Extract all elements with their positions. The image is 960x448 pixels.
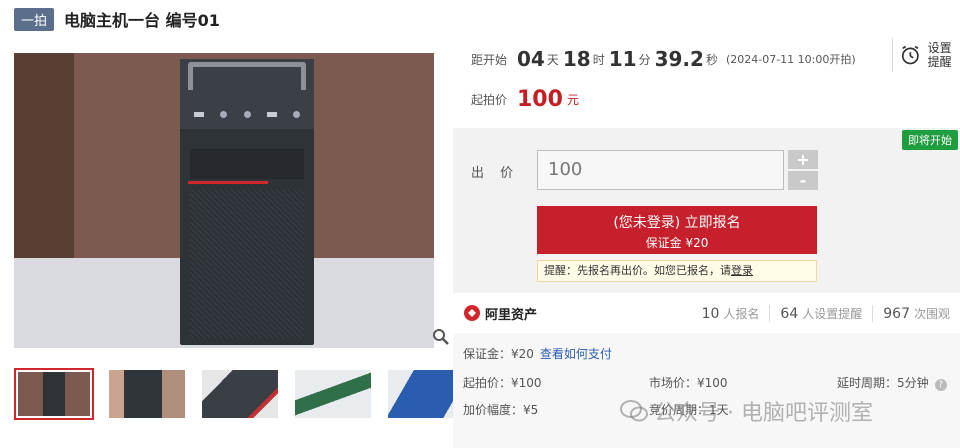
start-price-row: 起拍价 100 元 (453, 84, 579, 114)
help-icon[interactable]: ? (934, 379, 947, 391)
stats-group: 10 人报名 64 人设置提醒 967 次围观 (692, 304, 960, 322)
thumbnail-1[interactable] (14, 368, 94, 420)
zoom-icon[interactable] (432, 328, 450, 346)
auction-info: 保证金：¥20 查看如何支付 起拍价：¥100 市场价：¥100 延时周期：5分钟… (453, 333, 960, 448)
reminder-count: 64 人设置提醒 (769, 304, 872, 322)
pc-mesh-panel (190, 189, 304, 339)
signup-button-label: (您未登录) 立即报名 (613, 215, 741, 231)
start-price-label: 起拍价 (471, 92, 508, 107)
reminder-label-line1: 设置 (927, 41, 952, 55)
reminder-label-line2: 提醒 (927, 55, 952, 69)
countdown-seconds: 39.2 (654, 47, 704, 71)
delay-period-text: 延时周期：5分钟 (837, 376, 929, 390)
pc-case-illustration (180, 59, 314, 345)
countdown-hours: 18 (562, 47, 591, 71)
thumbnail-3[interactable] (200, 368, 280, 420)
payment-help-link[interactable]: 查看如何支付 (540, 347, 612, 361)
bid-panel: 即将开始 出 价 100 + - (您未登录) 立即报名 保证金 ¥20 提醒：… (453, 128, 960, 293)
image-wall-shadow (14, 53, 74, 258)
watermark-text: 公众号 · 电脑吧评测室 (654, 401, 873, 426)
brand-name: 阿里资产 (485, 307, 538, 323)
reminder-count-label: 人设置提醒 (802, 306, 863, 321)
start-price-unit: 元 (566, 92, 579, 107)
pc-front-ports (194, 109, 300, 119)
countdown-days-unit: 天 (546, 52, 559, 67)
title-row: 一拍 电脑主机一台 编号01 (14, 7, 220, 31)
countdown-seconds-unit: 秒 (705, 52, 718, 67)
pc-handle (188, 62, 306, 90)
page-title: 电脑主机一台 编号01 (64, 11, 220, 30)
reminder-label: 设置 提醒 (928, 41, 956, 69)
wechat-icon (620, 400, 648, 422)
pc-drive-bay (190, 149, 304, 179)
bid-amount-input[interactable]: 100 (537, 150, 784, 190)
countdown-minutes: 11 (608, 47, 637, 71)
start-price-value: 100 (517, 86, 563, 112)
start-time-note: (2024-07-11 10:00开拍) (725, 53, 856, 66)
stats-row: 阿里资产 10 人报名 64 人设置提醒 967 次围观 (453, 296, 960, 330)
login-link[interactable]: 登录 (731, 264, 753, 277)
countdown-minutes-unit: 分 (638, 52, 651, 67)
signup-tip: 提醒：先报名再出价。如您已报名，请登录 (537, 260, 817, 282)
auction-type-badge: 一拍 (14, 7, 55, 31)
ali-logo-icon (464, 305, 480, 321)
info-market-price: 市场价：¥100 (649, 376, 728, 390)
signup-button[interactable]: (您未登录) 立即报名 保证金 ¥20 (537, 206, 817, 254)
decrease-bid-button[interactable]: - (788, 171, 818, 190)
watcher-count-label: 次围观 (913, 306, 950, 321)
signup-deposit-label: 保证金 ¥20 (645, 236, 709, 250)
countdown-days: 04 (517, 47, 545, 71)
watcher-count-value: 967 (883, 305, 910, 322)
pc-red-accent (188, 181, 268, 184)
signup-count-value: 10 (701, 305, 720, 322)
deposit-info: 保证金：¥20 查看如何支付 (463, 345, 612, 362)
main-product-image[interactable] (14, 53, 434, 348)
set-reminder-button[interactable]: 设置 提醒 (892, 38, 956, 72)
alarm-clock-icon (901, 45, 919, 65)
thumbnail-strip (14, 368, 479, 424)
bid-label: 出 价 (471, 166, 520, 181)
deposit-text: 保证金：¥20 (463, 347, 534, 361)
signup-count-label: 人报名 (723, 306, 760, 321)
bid-stepper: + - (788, 150, 818, 190)
status-badge: 即将开始 (902, 130, 958, 150)
info-increment: 加价幅度：¥5 (463, 403, 539, 417)
tip-text: 提醒：先报名再出价。如您已报名，请 (544, 264, 731, 277)
thumbnail-2[interactable] (107, 368, 187, 420)
countdown-label: 距开始 (471, 52, 508, 67)
signup-count: 10 人报名 (692, 305, 770, 322)
info-start-price: 起拍价：¥100 (463, 376, 542, 390)
thumbnail-4[interactable] (293, 368, 373, 420)
watermark: 公众号 · 电脑吧评测室 (620, 395, 873, 427)
countdown-hours-unit: 时 (592, 52, 605, 67)
countdown-row: 距开始 04 天 18 时 11 分 39.2 秒 (2024-07-11 10… (453, 44, 856, 74)
reminder-count-value: 64 (780, 305, 799, 322)
ali-assets-logo: 阿里资产 (463, 304, 537, 323)
info-delay-period: 延时周期：5分钟? (837, 374, 947, 391)
increase-bid-button[interactable]: + (788, 150, 818, 169)
watcher-count: 967 次围观 (872, 304, 960, 322)
